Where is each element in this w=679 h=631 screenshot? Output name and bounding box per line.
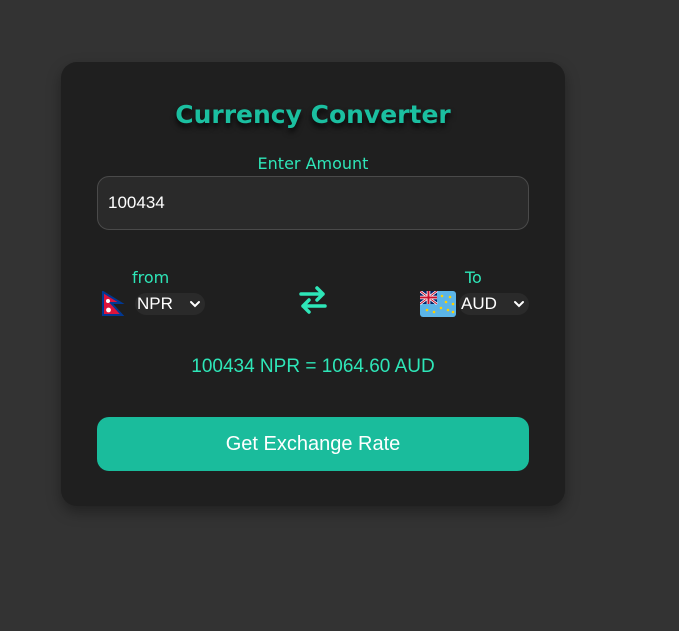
chevron-down-icon — [514, 301, 524, 308]
from-currency-select[interactable]: NPR — [135, 293, 205, 315]
to-label: To — [465, 268, 482, 287]
to-currency-select[interactable]: AUD — [459, 293, 529, 315]
amount-input[interactable] — [97, 176, 529, 230]
tuvalu-flag-icon — [420, 291, 456, 317]
exchange-arrows-icon[interactable] — [297, 284, 329, 316]
nepal-flag-icon — [102, 291, 125, 316]
chevron-down-icon — [190, 301, 200, 308]
get-exchange-rate-button[interactable]: Get Exchange Rate — [97, 417, 529, 471]
from-currency-value: NPR — [137, 294, 173, 313]
converter-card: Currency Converter Enter Amount from NPR… — [61, 62, 565, 506]
page-title: Currency Converter — [175, 100, 451, 129]
to-currency-value: AUD — [461, 294, 497, 313]
amount-label: Enter Amount — [257, 154, 369, 173]
from-label: from — [132, 268, 170, 287]
conversion-result: 100434 NPR = 1064.60 AUD — [191, 356, 435, 377]
